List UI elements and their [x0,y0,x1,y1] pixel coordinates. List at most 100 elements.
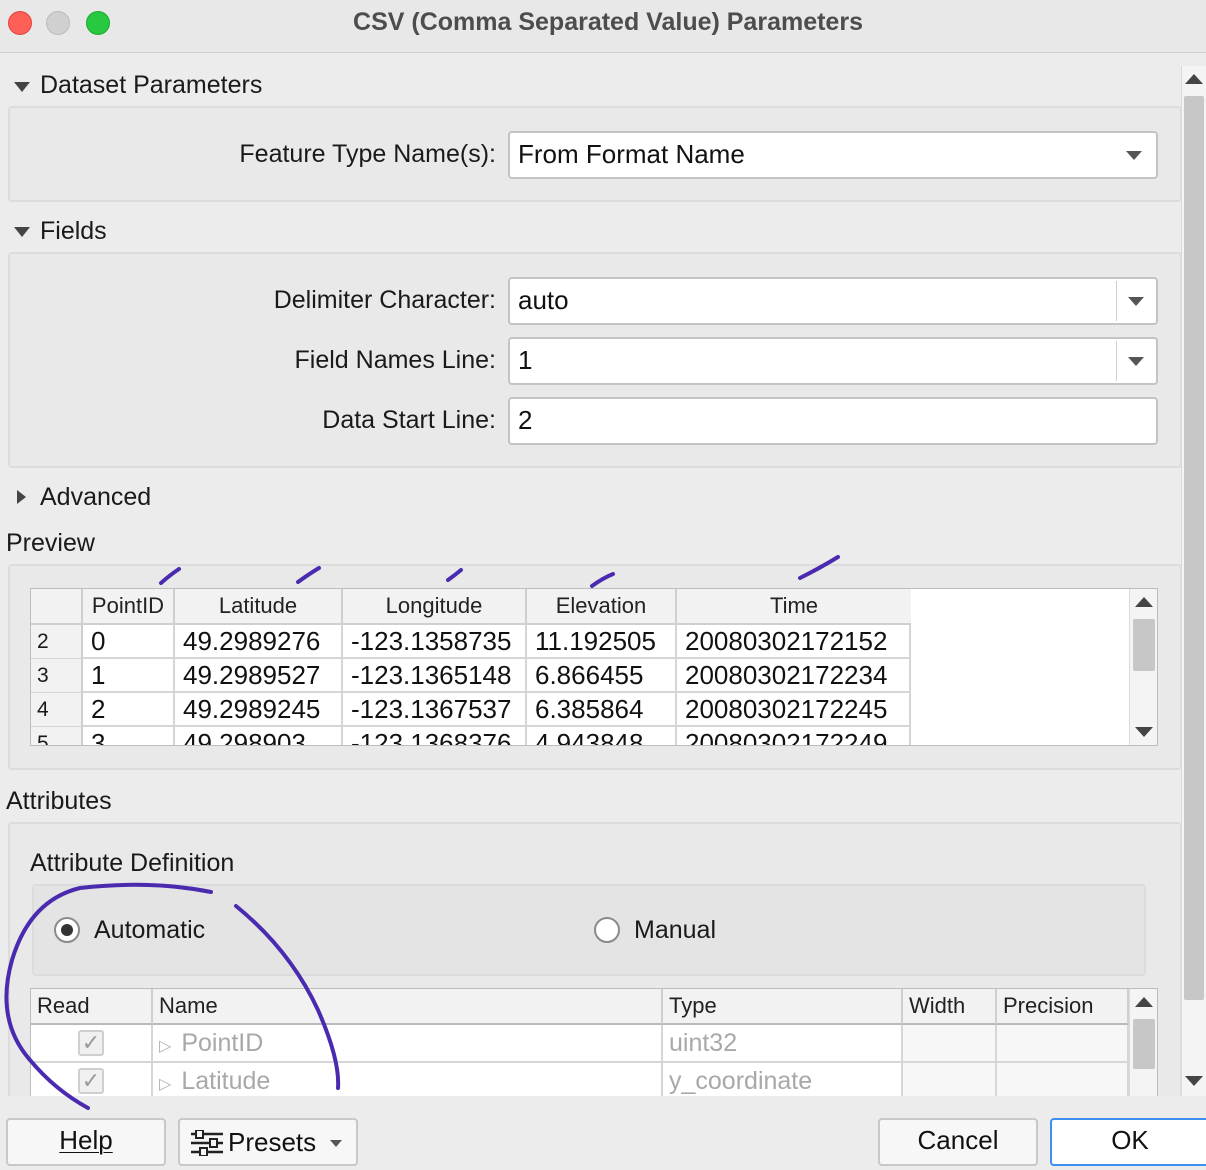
preview-table[interactable]: PointID Latitude Longitude Elevation Tim… [30,588,1158,746]
preview-cell: 20080302172249 [677,727,911,745]
manual-radio[interactable] [594,917,620,943]
scroll-up-arrow-icon[interactable] [1135,597,1153,607]
attr-read-cell[interactable]: ✓ [31,1025,153,1063]
preview-cell: 20080302172152 [677,625,911,659]
attr-column-header[interactable]: Name [153,989,663,1025]
preview-scroll-thumb[interactable] [1133,619,1155,671]
preview-cell: 6.385864 [527,693,677,727]
preview-header: Preview [6,529,95,557]
scroll-down-arrow-icon[interactable] [1185,1076,1203,1086]
preview-cell: 49.298903 [175,727,343,745]
preview-row-number: 2 [31,625,83,659]
triangle-down-icon[interactable] [14,82,30,92]
preview-column-header[interactable]: Time [677,589,911,625]
scroll-up-arrow-icon[interactable] [1185,74,1203,84]
dialog-scrollbar[interactable] [1181,66,1206,1096]
field-names-line-value: 1 [518,345,533,375]
data-start-line-input[interactable]: 2 [508,397,1158,445]
window-title: CSV (Comma Separated Value) Parameters [353,8,863,36]
field-names-line-combobox[interactable]: 1 [508,337,1158,385]
attr-name: Latitude [181,1067,271,1095]
chevron-down-icon [330,1140,342,1147]
attr-column-header[interactable]: Precision [997,989,1129,1025]
automatic-label[interactable]: Automatic [94,916,205,945]
help-button-label: Help [59,1125,113,1155]
attributes-scrollbar[interactable] [1129,989,1157,1107]
automatic-radio[interactable] [54,917,80,943]
preview-cell: 4.943848 [527,727,677,745]
data-start-line-label: Data Start Line: [322,406,496,434]
preview-corner [31,589,83,625]
preview-column-header[interactable]: PointID [83,589,175,625]
chevron-down-icon[interactable] [1126,151,1142,160]
preview-cell: 49.2989245 [175,693,343,727]
preview-cell: 49.2989276 [175,625,343,659]
preview-cell: -123.1367537 [343,693,527,727]
attributes-header: Attributes [6,787,112,815]
attr-name: PointID [181,1029,264,1057]
check-icon[interactable]: ✓ [78,1030,104,1056]
preview-cell: 20080302172234 [677,659,911,693]
preview-cell: 11.192505 [527,625,677,659]
triangle-down-icon[interactable] [14,227,30,237]
attributes-scroll-thumb[interactable] [1133,1019,1155,1069]
fields-header[interactable]: Fields [40,217,107,246]
dialog-scroll-thumb[interactable] [1184,96,1204,1000]
chevron-down-icon[interactable] [1128,297,1144,306]
feature-type-label: Feature Type Name(s): [239,140,496,168]
attr-width-cell [903,1025,997,1063]
attr-column-header[interactable]: Width [903,989,997,1025]
preview-cell: 20080302172245 [677,693,911,727]
ok-button[interactable]: OK [1050,1118,1206,1166]
attributes-table[interactable]: Read Name Type Width Precision ✓ ▷ PointI… [30,988,1158,1108]
chevron-down-icon[interactable] [1128,357,1144,366]
preview-column-header[interactable]: Latitude [175,589,343,625]
preview-column-header[interactable]: Elevation [527,589,677,625]
preview-cell: -123.1368376 [343,727,527,745]
sliders-icon [191,1130,223,1156]
preview-scrollbar[interactable] [1129,589,1157,745]
data-start-line-value: 2 [518,405,533,435]
help-button[interactable]: Help [6,1118,166,1166]
radio-selected-dot [61,924,73,936]
manual-label[interactable]: Manual [634,916,716,945]
preview-cell: 3 [83,727,175,745]
attr-column-header[interactable]: Type [663,989,903,1025]
title-bar: CSV (Comma Separated Value) Parameters [0,0,1206,53]
expand-arrow-icon[interactable]: ▷ [159,1076,171,1093]
delimiter-label: Delimiter Character: [273,286,496,314]
presets-button[interactable]: Presets [178,1118,358,1166]
combo-separator [1116,281,1117,321]
attribute-definition-label: Attribute Definition [30,849,235,877]
combo-separator [1116,341,1117,381]
preview-cell: 1 [83,659,175,693]
preview-cell: 49.2989527 [175,659,343,693]
attr-type-cell: uint32 [663,1025,903,1063]
preview-row-number: 5 [31,727,83,745]
preview-cell: 6.866455 [527,659,677,693]
preview-cell: -123.1365148 [343,659,527,693]
preview-cell: 0 [83,625,175,659]
check-icon[interactable]: ✓ [78,1068,104,1094]
delimiter-value: auto [518,285,569,315]
presets-button-label: Presets [228,1127,317,1157]
dataset-parameters-header[interactable]: Dataset Parameters [40,71,262,100]
preview-cell: 2 [83,693,175,727]
attr-name-cell: ▷ PointID [153,1025,663,1063]
expand-arrow-icon[interactable]: ▷ [159,1038,171,1055]
scroll-down-arrow-icon[interactable] [1135,727,1153,737]
feature-type-combobox[interactable]: From Format Name [508,131,1158,179]
attr-precision-cell [997,1025,1129,1063]
cancel-button[interactable]: Cancel [878,1118,1038,1166]
triangle-right-icon[interactable] [17,490,26,504]
advanced-header[interactable]: Advanced [40,483,151,512]
preview-column-header[interactable]: Longitude [343,589,527,625]
delimiter-combobox[interactable]: auto [508,277,1158,325]
preview-cell: -123.1358735 [343,625,527,659]
preview-row-number: 4 [31,693,83,727]
attr-column-header[interactable]: Read [31,989,153,1025]
feature-type-value: From Format Name [518,139,745,169]
preview-row-number: 3 [31,659,83,693]
field-names-line-label: Field Names Line: [294,346,496,374]
scroll-up-arrow-icon[interactable] [1135,997,1153,1007]
